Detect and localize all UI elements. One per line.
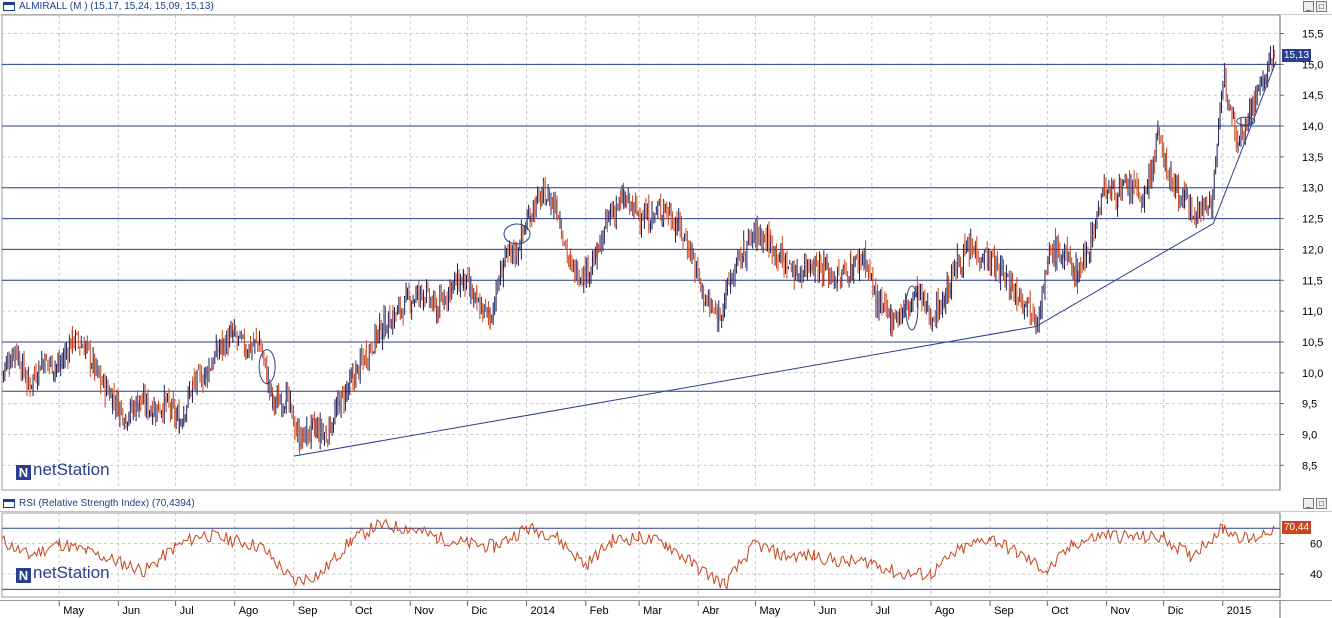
- y-tick-label: 11,0: [1302, 306, 1323, 318]
- x-tick-label: May: [759, 605, 780, 617]
- logo-text: netStation: [33, 460, 110, 479]
- y-tick-label: 13,0: [1302, 183, 1323, 195]
- x-tick-label: Ago: [239, 605, 259, 617]
- rsi-plot-area: [1, 512, 1281, 598]
- y-tick-label: 11,5: [1302, 275, 1323, 287]
- rsi-panel[interactable]: RSI (Relative Strength Index) (70,4394) …: [0, 497, 1332, 600]
- y-tick-label: 14,0: [1302, 121, 1323, 133]
- rsi-y-tick-label: 40: [1310, 569, 1322, 581]
- rsi-chart[interactable]: 40 60: [0, 497, 1332, 600]
- x-tick-label: Jul: [876, 605, 890, 617]
- y-tick-label: 9,5: [1302, 399, 1317, 411]
- netstation-logo: NnetStation: [16, 563, 110, 583]
- price-chart[interactable]: 8,5 9,0 9,5 10,0 10,5 11,0 11,5 12,0 12,5 13,0 13,…: [0, 0, 1332, 495]
- y-tick-label: 8,5: [1302, 460, 1317, 472]
- y-tick-label: 12,0: [1302, 244, 1323, 256]
- x-tick-label: Feb: [590, 605, 609, 617]
- x-tick-label: Dic: [471, 605, 487, 617]
- x-tick-label: Oct: [1051, 605, 1068, 617]
- x-tick-label: Nov: [1110, 605, 1130, 617]
- price-panel[interactable]: ALMIRALL (M ) (15,17, 15,24, 15,09, 15,1…: [0, 0, 1332, 495]
- y-tick-label: 12,5: [1302, 214, 1323, 226]
- x-tick-label: Oct: [355, 605, 372, 617]
- x-tick-label: Jun: [819, 605, 837, 617]
- y-tick-label: 13,5: [1302, 152, 1323, 164]
- y-tick-label: 9,0: [1302, 429, 1317, 441]
- x-tick-label: 2015: [1227, 605, 1251, 617]
- x-tick-label: Dic: [1168, 605, 1184, 617]
- netstation-logo: NnetStation: [16, 460, 110, 480]
- netstation-logo-icon: N: [16, 465, 31, 480]
- x-tick-label: 2014: [531, 605, 555, 617]
- x-tick-label: Ago: [935, 605, 955, 617]
- rsi-y-tick-label: 60: [1310, 539, 1322, 551]
- x-tick-label: Sep: [994, 605, 1014, 617]
- last-rsi-tag: 70,44: [1282, 520, 1312, 534]
- x-tick-label: Jul: [180, 605, 194, 617]
- netstation-logo-icon: N: [16, 568, 31, 583]
- x-tick-label: Nov: [414, 605, 434, 617]
- logo-text: netStation: [33, 563, 110, 582]
- x-tick-label: Jun: [122, 605, 140, 617]
- time-axis: May Jun Jul Ago Sep Oct Nov Dic 2014 Feb Mar Abr May…: [0, 600, 1332, 618]
- last-price-tag: 15,13: [1282, 49, 1312, 63]
- y-tick-label: 10,0: [1302, 368, 1323, 380]
- x-tick-label: Mar: [643, 605, 662, 617]
- x-tick-label: Abr: [702, 605, 719, 617]
- y-tick-label: 15,5: [1302, 29, 1323, 41]
- x-tick-label: May: [63, 605, 84, 617]
- y-tick-label: 10,5: [1302, 337, 1323, 349]
- y-tick-label: 14,5: [1302, 90, 1323, 102]
- x-tick-label: Sep: [298, 605, 318, 617]
